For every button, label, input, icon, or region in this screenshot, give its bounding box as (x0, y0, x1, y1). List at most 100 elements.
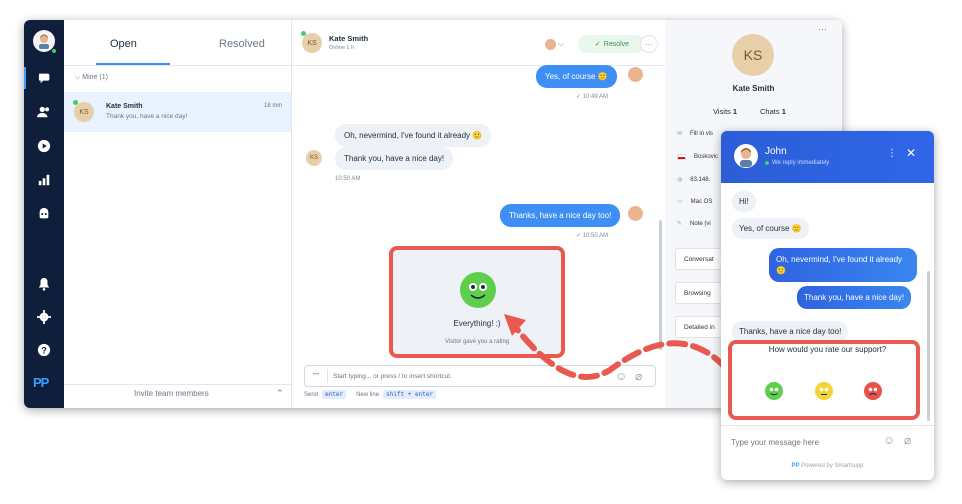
info-row-text: Note (vi (690, 220, 711, 227)
send-key: enter (322, 390, 347, 399)
laptop-icon: ▭ (677, 199, 683, 205)
more-icon[interactable]: ··· (818, 24, 827, 34)
contact-avatar: KS (302, 33, 322, 53)
agent-status: We reply immediately (765, 160, 829, 166)
visitor-name: Kate Smith (732, 84, 775, 93)
online-dot (301, 31, 306, 36)
online-dot (73, 100, 78, 105)
tab-open[interactable]: Open (110, 38, 137, 50)
flag-icon (677, 154, 686, 160)
menu-icon[interactable]: ⋮ (887, 148, 897, 159)
chat-contact-status: Online 1 h (329, 45, 355, 51)
message-time: ✓ 10:49 AM (576, 94, 609, 100)
chats-stat: Chats 1 (760, 107, 786, 116)
bot-icon[interactable] (24, 203, 64, 225)
divider (327, 369, 328, 383)
info-row-note[interactable]: ✎ Note (vi (677, 220, 711, 228)
resolve-button[interactable]: ✓ Resolve (578, 35, 646, 53)
assign-agent-dropdown[interactable]: ⌵ (545, 36, 575, 52)
contact-name: Kate Smith (106, 103, 143, 110)
message-time: ✓ 10:50 AM (576, 233, 609, 239)
chevron-up-icon[interactable]: ⌃ (276, 388, 284, 399)
online-dot (765, 161, 769, 165)
visitor-avatar: KS (732, 34, 774, 76)
agent-message: Yes, of course 🙂 (536, 65, 617, 88)
info-row-text: Mac OS (690, 198, 713, 205)
send-hint-label: Send (304, 391, 319, 398)
conversation-item[interactable]: KS Kate Smith Thank you, have a nice day… (64, 92, 291, 132)
shortcut-icon[interactable]: ••• (313, 372, 319, 378)
visits-label: Visits (713, 107, 731, 116)
info-row-text: 83.148. (690, 176, 711, 183)
powered-by[interactable]: PP Powered by Smartsupp (721, 463, 934, 469)
attachment-icon[interactable]: ⌀ (904, 433, 911, 447)
help-icon[interactable]: ? (24, 339, 64, 361)
visits-stat: Visits 1 (713, 107, 737, 116)
visitor-message: Oh, nevermind, I've found it already 🙂 (769, 248, 917, 282)
info-row-location: Boskovic (677, 154, 718, 160)
agent-message: Thanks, have a nice day too! (500, 204, 621, 227)
agent-status-text: We reply immediately (772, 160, 830, 166)
annotation-arrow (504, 314, 729, 380)
agent-message: Hi! (732, 191, 756, 212)
agent-avatar-icon (545, 38, 556, 50)
visitor-message: Oh, nevermind, I've found it already 🙂 (335, 124, 492, 147)
globe-icon: ◍ (677, 177, 683, 183)
newline-key: shift + enter (383, 390, 437, 399)
conversations-icon[interactable] (24, 67, 64, 89)
agent-avatar (628, 67, 643, 82)
bell-icon[interactable] (24, 273, 64, 295)
chat-contact-name: Kate Smith (329, 34, 369, 43)
play-icon[interactable] (24, 135, 64, 157)
visits-count: 1 (732, 107, 738, 116)
keyboard-hints: Send enter New line shift + enter (304, 390, 437, 399)
highlight-frame (728, 340, 920, 420)
info-row-text: Fill in vis (690, 130, 714, 137)
emoji-icon[interactable]: ☺ (883, 433, 895, 447)
last-message-preview: Thank you, have a nice day! (106, 113, 188, 120)
conversation-list-panel: Open Resolved ⌵ Mine (1) KS Kate Smith T… (64, 20, 292, 408)
check-icon: ✓ (594, 41, 601, 48)
pencil-icon: ✎ (677, 221, 683, 227)
nav-rail: ? PP (24, 20, 64, 408)
conversation-time: 18 min (264, 103, 283, 109)
invite-team-button[interactable]: Invite team members (134, 389, 209, 398)
chats-count: 1 (781, 107, 786, 116)
close-icon[interactable]: ✕ (906, 146, 916, 160)
section-label: Mine (1) (82, 74, 108, 81)
contact-avatar: KS (74, 102, 94, 122)
widget-scrollbar[interactable] (927, 271, 930, 421)
chevron-down-icon: ⌵ (558, 39, 565, 48)
contact-avatar: KS (306, 150, 322, 166)
agent-avatar (628, 206, 643, 221)
chat-widget: John We reply immediately ⋮ ✕ Hi! Yes, o… (721, 131, 934, 480)
powered-by-text: Powered by Smartsupp (801, 463, 864, 469)
widget-header: John We reply immediately ⋮ ✕ (721, 131, 934, 183)
agent-message: Yes, of course 🙂 (732, 218, 809, 239)
widget-message-input[interactable] (731, 435, 871, 449)
stats-icon[interactable] (24, 169, 64, 191)
message-time: 10:50 AM (335, 176, 361, 182)
smartsupp-logo-icon: PP (33, 375, 49, 390)
svg-text:?: ? (41, 346, 46, 356)
more-icon[interactable]: ··· (640, 35, 658, 53)
agent-avatar (734, 144, 758, 168)
agent-message: Thanks, have a nice day too! (732, 321, 849, 342)
newline-hint-label: New line (356, 391, 380, 398)
info-row-email[interactable]: ✉ Fill in vis (677, 130, 714, 138)
chats-label: Chats (760, 107, 780, 116)
divider (64, 384, 291, 385)
visitor-message: Thank you, have a nice day! (335, 147, 454, 170)
smartsupp-logo-icon: PP (791, 463, 800, 469)
visitor-message: Thank you, have a nice day! (797, 286, 912, 309)
online-dot (51, 48, 57, 54)
gear-icon[interactable] (24, 306, 64, 328)
contacts-icon[interactable] (24, 101, 64, 123)
agent-name: John (765, 146, 787, 157)
info-row-os: ▭ Mac OS (677, 198, 713, 206)
section-mine[interactable]: ⌵ Mine (1) (75, 74, 108, 82)
tab-resolved[interactable]: Resolved (219, 38, 265, 50)
divider (64, 65, 291, 66)
info-row-text: Boskovic (694, 154, 719, 160)
divider (721, 425, 934, 426)
